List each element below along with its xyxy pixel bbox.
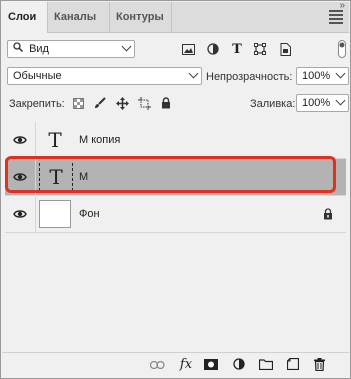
chevron-down-icon — [121, 41, 132, 52]
lock-artboard-icon[interactable] — [137, 96, 151, 110]
lock-all-icon[interactable] — [159, 96, 173, 110]
selection-highlight — [5, 156, 336, 193]
mask-icon[interactable] — [203, 357, 219, 371]
fill-value: 100% — [302, 97, 331, 109]
opacity-label: Непрозрачность: — [206, 71, 293, 83]
opacity-value: 100% — [302, 70, 331, 82]
chevron-down-icon — [335, 68, 346, 79]
folder-icon[interactable] — [258, 357, 274, 371]
trash-icon[interactable] — [311, 356, 327, 372]
panel-tabs: Слои Каналы Контуры » — [2, 0, 349, 33]
chevron-down-icon — [188, 68, 199, 79]
panel-menu-icon[interactable] — [329, 10, 343, 24]
adjustment-filter-icon[interactable] — [206, 41, 220, 57]
link-icon[interactable] — [149, 358, 165, 372]
layer-row[interactable]: Фон — [5, 196, 346, 233]
layer-filter-label: Вид — [29, 43, 49, 55]
layers-panel: Слои Каналы Контуры » Вид T Обычные Непр… — [0, 0, 351, 379]
blend-mode-value: Обычные — [13, 70, 62, 82]
layer-name[interactable]: М копия — [79, 122, 120, 158]
eye-icon[interactable] — [5, 196, 36, 232]
adjustment-icon[interactable] — [231, 357, 247, 371]
lock-position-icon[interactable] — [115, 96, 129, 110]
lock-icon — [322, 207, 334, 221]
lock-pixels-icon[interactable] — [93, 96, 107, 110]
raster-layer-thumbnail — [39, 200, 71, 228]
layer-name[interactable]: Фон — [79, 196, 100, 232]
fill-input[interactable]: 100% — [296, 94, 349, 112]
tab-channels[interactable]: Каналы — [48, 2, 110, 32]
opacity-input[interactable]: 100% — [296, 67, 349, 85]
chevron-down-icon — [335, 95, 346, 106]
image-filter-icon[interactable] — [181, 41, 195, 57]
type-filter-icon[interactable]: T — [230, 41, 244, 57]
new-layer-icon[interactable] — [285, 357, 301, 371]
shape-filter-icon[interactable] — [253, 41, 267, 57]
blend-mode-select[interactable]: Обычные — [7, 67, 202, 85]
text-layer-thumbnail: T — [48, 128, 62, 152]
layer-row[interactable]: T М копия — [5, 122, 346, 159]
lock-transparency-icon[interactable] — [71, 96, 85, 110]
fx-icon[interactable]: fx — [177, 356, 195, 372]
layers-toolbar: fx — [2, 352, 349, 377]
search-icon — [13, 41, 24, 57]
smart-object-filter-icon[interactable] — [278, 41, 292, 57]
fill-label: Заливка: — [250, 98, 296, 110]
lock-label: Закрепить: — [9, 98, 65, 110]
layer-filter-select[interactable]: Вид — [7, 40, 135, 58]
tab-paths[interactable]: Контуры — [110, 2, 172, 32]
filter-toggle[interactable] — [337, 39, 347, 59]
eye-icon[interactable] — [5, 122, 36, 158]
tab-layers[interactable]: Слои — [2, 2, 48, 33]
